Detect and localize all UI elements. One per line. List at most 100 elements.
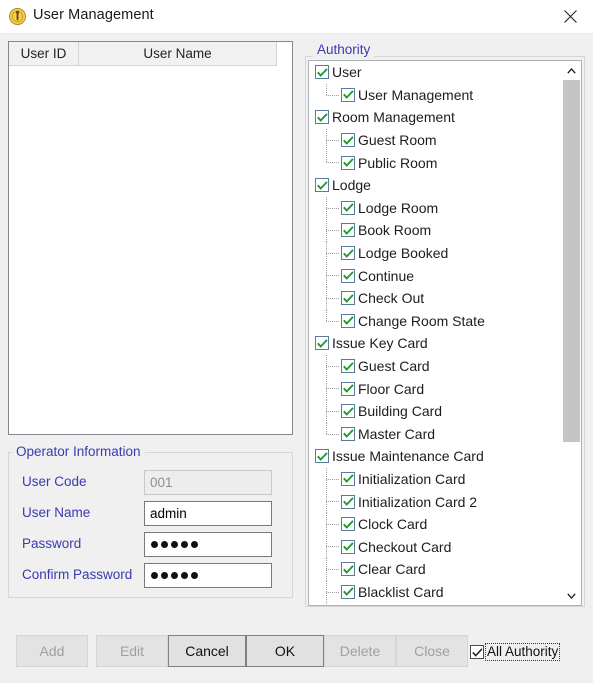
tree-node[interactable]: Change Room State: [309, 309, 562, 333]
tree-node[interactable]: Initialization Card: [309, 467, 562, 491]
checkmark-icon: [342, 429, 354, 439]
tree-node-checkbox[interactable]: [341, 155, 355, 170]
checkmark-icon: [471, 647, 483, 657]
button-bar: All Authority Add Edit Cancel OK Delete Close: [0, 630, 593, 683]
tree-node-checkbox[interactable]: [315, 336, 329, 351]
tree-node-label: Floor Card: [358, 380, 425, 397]
column-header-user-name[interactable]: User Name: [79, 42, 277, 66]
checkmark-icon: [342, 519, 354, 529]
tree-node-label: Lodge Room: [358, 199, 439, 216]
tree-node-checkbox[interactable]: [341, 584, 355, 599]
tree-node-checkbox[interactable]: [341, 426, 355, 441]
authority-tree[interactable]: User User Management Room Management Guest …: [308, 60, 582, 606]
scrollbar-thumb[interactable]: [563, 80, 580, 442]
tree-node-checkbox[interactable]: [341, 268, 355, 283]
user-name-input[interactable]: [144, 501, 272, 526]
tree-node[interactable]: Public Room: [309, 151, 562, 174]
tree-node-label: Checkout Card: [358, 538, 452, 555]
all-authority-checkbox-box[interactable]: [470, 645, 484, 659]
tree-node-checkbox[interactable]: [315, 449, 329, 464]
tree-node-checkbox[interactable]: [341, 562, 355, 577]
tree-node-checkbox[interactable]: [341, 517, 355, 532]
tree-node-checkbox[interactable]: [315, 110, 329, 125]
tree-node-checkbox[interactable]: [341, 133, 355, 148]
tree-node[interactable]: Initialization Card 2: [309, 490, 562, 513]
tree-connector: [326, 83, 340, 107]
tree-node[interactable]: Guest Card: [309, 354, 562, 378]
tree-node[interactable]: Building Card: [309, 399, 562, 423]
user-code-input[interactable]: [144, 470, 272, 495]
add-button: Add: [16, 635, 88, 667]
tree-node-checkbox[interactable]: [341, 471, 355, 486]
tree-node-label: Issue Maintenance Card: [332, 448, 484, 465]
tree-connector: [326, 558, 340, 581]
tree-node[interactable]: Clock Card: [309, 512, 562, 536]
tree-connector: [326, 603, 340, 605]
confirm-password-input[interactable]: [144, 563, 272, 588]
tree-node-checkbox[interactable]: [341, 404, 355, 419]
tree-node[interactable]: Floor Card: [309, 377, 562, 400]
tree-node-checkbox[interactable]: [341, 539, 355, 554]
chevron-up-icon: [567, 67, 576, 74]
tree-node[interactable]: Book Room: [309, 219, 562, 242]
tree-node-checkbox[interactable]: [341, 359, 355, 374]
tree-node[interactable]: Blacklist Card: [309, 580, 562, 604]
tree-node-checkbox[interactable]: [341, 87, 355, 102]
tree-node-checkbox[interactable]: [341, 291, 355, 306]
tree-node[interactable]: Room Management: [309, 106, 562, 129]
tree-node[interactable]: Issue Key Card: [309, 332, 562, 355]
tree-node[interactable]: Clear Card: [309, 558, 562, 581]
tree-connector: [326, 580, 340, 604]
cancel-button[interactable]: Cancel: [168, 635, 246, 667]
tree-node-checkbox[interactable]: [341, 381, 355, 396]
checkmark-icon: [316, 452, 328, 461]
authority-tree-scrollbar[interactable]: [561, 61, 581, 605]
tree-node[interactable]: Check Out: [309, 286, 562, 310]
checkmark-icon: [342, 248, 354, 258]
close-button: Close: [396, 635, 468, 667]
tree-node-checkbox[interactable]: [341, 223, 355, 238]
tree-node[interactable]: Guest Room: [309, 128, 562, 152]
scroll-up-button[interactable]: [562, 61, 581, 80]
tree-node-checkbox[interactable]: [341, 200, 355, 215]
column-header-filler: [277, 42, 292, 66]
tree-node[interactable]: Master Card: [309, 422, 562, 446]
checkmark-icon: [316, 68, 328, 77]
tree-connector: [326, 151, 340, 174]
tree-connector: [326, 286, 340, 310]
tree-node-checkbox[interactable]: [341, 313, 355, 328]
checkmark-icon: [342, 565, 354, 574]
tree-node[interactable]: [309, 603, 562, 605]
authority-legend: Authority: [313, 42, 375, 57]
tree-node[interactable]: User Management: [309, 83, 562, 107]
tree-connector: [326, 535, 340, 559]
tree-node-checkbox[interactable]: [315, 178, 329, 193]
tree-node-checkbox[interactable]: [341, 246, 355, 261]
tree-node[interactable]: Lodge Booked: [309, 241, 562, 265]
tree-node-label: Continue: [358, 267, 415, 284]
tree-node-checkbox[interactable]: [315, 65, 329, 80]
tree-node-label: Book Room: [358, 222, 432, 239]
user-list[interactable]: User ID User Name: [8, 41, 293, 435]
key-circle-icon: [9, 8, 26, 25]
tree-node-label: Lodge: [332, 177, 371, 194]
tree-node[interactable]: Lodge Room: [309, 196, 562, 220]
checkmark-icon: [316, 339, 328, 348]
column-header-user-id[interactable]: User ID: [9, 42, 79, 66]
tree-node[interactable]: User: [309, 61, 562, 84]
scroll-down-button[interactable]: [562, 586, 581, 605]
ok-button[interactable]: OK: [246, 635, 324, 667]
all-authority-checkbox[interactable]: All Authority: [470, 642, 561, 662]
user-list-body[interactable]: [9, 66, 292, 434]
tree-node[interactable]: Issue Maintenance Card: [309, 445, 562, 468]
password-input[interactable]: [144, 532, 272, 557]
tree-connector: [326, 377, 340, 400]
tree-node[interactable]: Continue: [309, 264, 562, 287]
tree-node[interactable]: Lodge: [309, 174, 562, 197]
tree-node[interactable]: Checkout Card: [309, 535, 562, 559]
tree-node-label: Guest Card: [358, 358, 430, 375]
close-button[interactable]: [547, 0, 593, 32]
tree-node-checkbox[interactable]: [341, 494, 355, 509]
tree-node-label: Public Room: [358, 154, 438, 171]
window-title: User Management: [33, 7, 154, 23]
